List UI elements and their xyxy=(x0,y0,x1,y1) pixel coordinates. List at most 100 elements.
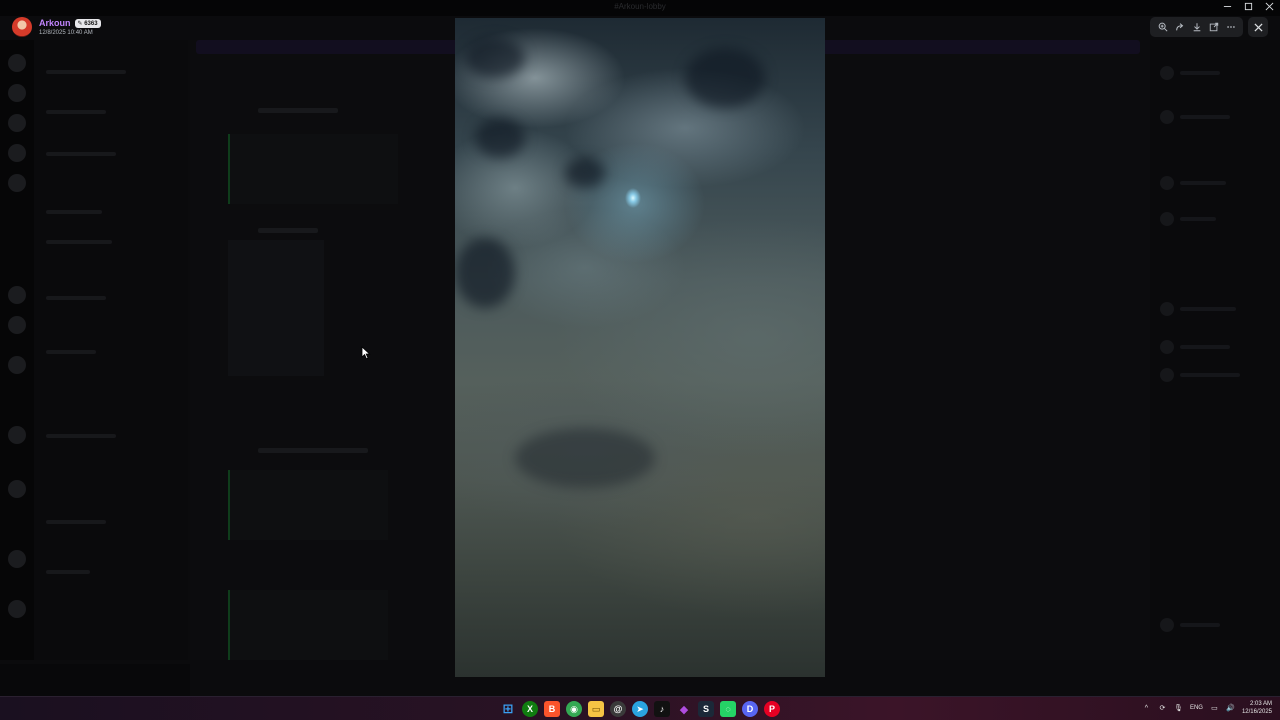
zoom-in-icon[interactable] xyxy=(1156,20,1170,34)
server-list xyxy=(0,40,34,660)
media-image[interactable] xyxy=(455,18,825,677)
member-name xyxy=(1180,71,1220,75)
channel-list xyxy=(34,40,188,660)
channel-row xyxy=(46,152,116,156)
channel-row xyxy=(46,350,96,354)
volume-icon[interactable]: 🔊 xyxy=(1226,704,1235,713)
maximize-icon[interactable] xyxy=(1244,2,1253,11)
windows-taskbar: ⊞ X B ◉ ▭ @ ➤ ♪ ◆ S ◌ D P ^ ⟳ 🎙 ENG ▭ 🔊 … xyxy=(0,696,1280,720)
sync-icon[interactable]: ⟳ xyxy=(1158,704,1167,713)
threads-icon[interactable]: @ xyxy=(610,701,626,717)
server-icon xyxy=(8,316,26,334)
author-badge-text: 6363 xyxy=(84,20,98,27)
window-controls xyxy=(1223,2,1274,11)
mouse-cursor-icon xyxy=(361,346,371,360)
server-icon xyxy=(8,286,26,304)
server-icon xyxy=(8,54,26,72)
channel-row xyxy=(46,570,90,574)
member-avatar xyxy=(1160,66,1174,80)
message-line xyxy=(258,448,368,453)
channel-row xyxy=(46,520,106,524)
steam-icon[interactable]: S xyxy=(698,701,714,717)
channel-row xyxy=(46,434,116,438)
xbox-icon[interactable]: X xyxy=(522,701,538,717)
pinterest-icon[interactable]: P xyxy=(764,701,780,717)
member-avatar xyxy=(1160,340,1174,354)
whatsapp-icon[interactable]: ◌ xyxy=(720,701,736,717)
more-icon[interactable] xyxy=(1224,20,1238,34)
open-in-browser-icon[interactable] xyxy=(1207,20,1221,34)
member-list xyxy=(1150,40,1280,660)
media-author-info: Arkoun ✎ 6363 12/8/2025 10:40 AM xyxy=(12,17,101,37)
close-viewer-button[interactable] xyxy=(1248,17,1268,37)
member-name xyxy=(1180,217,1216,221)
download-icon[interactable] xyxy=(1190,20,1204,34)
member-avatar xyxy=(1160,212,1174,226)
file-explorer-icon[interactable]: ▭ xyxy=(588,701,604,717)
forward-icon[interactable] xyxy=(1173,20,1187,34)
server-icon xyxy=(8,144,26,162)
feather-icon: ✎ xyxy=(77,20,83,27)
brave-icon[interactable]: B xyxy=(544,701,560,717)
discord-icon[interactable]: D xyxy=(742,701,758,717)
member-name xyxy=(1180,307,1236,311)
message-line xyxy=(258,228,318,233)
taskbar-apps: ⊞ X B ◉ ▭ @ ➤ ♪ ◆ S ◌ D P xyxy=(500,701,780,717)
server-icon xyxy=(8,84,26,102)
window-title: #Arkoun-lobby xyxy=(614,2,666,11)
user-panel xyxy=(0,664,190,696)
clock-time: 2:03 AM xyxy=(1249,701,1272,707)
server-icon xyxy=(8,356,26,374)
window-close-icon[interactable] xyxy=(1265,2,1274,11)
message-line xyxy=(258,108,338,113)
server-icon xyxy=(8,550,26,568)
member-avatar xyxy=(1160,618,1174,632)
language-indicator[interactable]: ENG xyxy=(1190,705,1203,711)
member-name xyxy=(1180,181,1226,185)
minimize-icon[interactable] xyxy=(1223,2,1232,11)
cloud-shadow xyxy=(685,48,765,108)
title-bar: #Arkoun-lobby xyxy=(0,0,1280,16)
message-image xyxy=(228,240,324,376)
server-icon xyxy=(8,480,26,498)
member-name xyxy=(1180,623,1220,627)
cloud-shadow xyxy=(455,238,515,308)
member-name xyxy=(1180,115,1230,119)
member-name xyxy=(1180,345,1230,349)
member-name xyxy=(1180,373,1240,377)
channel-row xyxy=(46,70,126,74)
author-name[interactable]: Arkoun xyxy=(39,18,71,28)
server-icon xyxy=(8,600,26,618)
author-badge: ✎ 6363 xyxy=(74,18,101,28)
message-embed xyxy=(228,470,388,540)
chevron-up-icon[interactable]: ^ xyxy=(1142,704,1151,713)
cloud-shadow xyxy=(475,118,525,158)
message-embed xyxy=(228,134,398,204)
obsidian-icon[interactable]: ◆ xyxy=(676,701,692,717)
member-avatar xyxy=(1160,302,1174,316)
chrome-icon[interactable]: ◉ xyxy=(566,701,582,717)
member-avatar xyxy=(1160,176,1174,190)
message-embed xyxy=(228,590,388,660)
channel-row xyxy=(46,296,106,300)
member-avatar xyxy=(1160,110,1174,124)
channel-row xyxy=(46,240,112,244)
tiktok-icon[interactable]: ♪ xyxy=(654,701,670,717)
close-icon xyxy=(1253,22,1263,32)
windows-start-icon[interactable]: ⊞ xyxy=(500,701,516,717)
channel-row xyxy=(46,210,102,214)
cloud-shadow xyxy=(515,428,655,488)
network-icon[interactable]: ▭ xyxy=(1210,704,1219,713)
microphone-icon[interactable]: 🎙 xyxy=(1174,704,1183,713)
telegram-icon[interactable]: ➤ xyxy=(632,701,648,717)
avatar[interactable] xyxy=(12,17,32,37)
system-tray: ^ ⟳ 🎙 ENG ▭ 🔊 2:03 AM 12/16/2025 xyxy=(1142,700,1272,716)
cloud-shadow xyxy=(465,38,525,78)
author-timestamp: 12/8/2025 10:40 AM xyxy=(39,30,93,36)
clock-date: 12/16/2025 xyxy=(1241,709,1272,715)
server-icon xyxy=(8,114,26,132)
server-icon xyxy=(8,174,26,192)
server-icon xyxy=(8,426,26,444)
clock[interactable]: 2:03 AM 12/16/2025 xyxy=(1242,700,1272,716)
media-viewer-toolbar xyxy=(1150,17,1243,37)
